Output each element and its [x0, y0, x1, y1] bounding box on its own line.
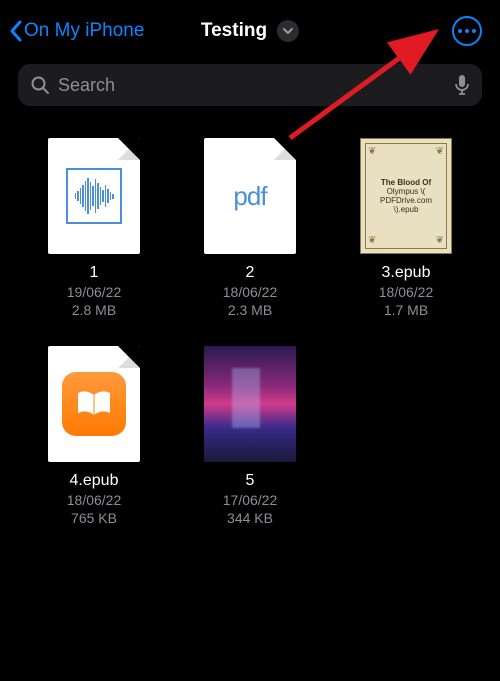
chevron-left-icon	[8, 19, 24, 43]
file-size: 1.7 MB	[384, 302, 428, 318]
file-size: 2.3 MB	[228, 302, 272, 318]
file-item[interactable]: 1 19/06/22 2.8 MB	[26, 138, 162, 318]
file-item[interactable]: pdf 2 18/06/22 2.3 MB	[182, 138, 318, 318]
file-thumbnail-ibooks	[48, 346, 140, 462]
cover-text-line: \).epub	[394, 205, 419, 214]
pdf-icon: pdf	[233, 181, 266, 212]
file-date: 18/06/22	[223, 284, 278, 300]
waveform-icon	[66, 168, 122, 224]
search-icon	[30, 75, 50, 95]
file-name: 1	[90, 264, 99, 282]
file-size: 344 KB	[227, 510, 273, 526]
cover-text-line: PDFDrive.com	[380, 196, 432, 205]
file-name: 3.epub	[382, 264, 431, 282]
cover-text-line: Olympus \(	[387, 187, 426, 196]
file-name: 2	[246, 264, 255, 282]
file-thumbnail-epub-cover: ❦❦ ❦❦ The Blood Of Olympus \( PDFDrive.c…	[360, 138, 452, 254]
back-button[interactable]: On My iPhone	[8, 19, 144, 43]
back-label: On My iPhone	[24, 20, 144, 42]
file-date: 17/06/22	[223, 492, 278, 508]
microphone-icon[interactable]	[454, 74, 470, 96]
file-item[interactable]: 4.epub 18/06/22 765 KB	[26, 346, 162, 526]
file-size: 2.8 MB	[72, 302, 116, 318]
page-title: Testing	[201, 20, 267, 42]
folder-dropdown-button[interactable]	[277, 20, 299, 42]
more-options-button[interactable]	[452, 16, 482, 46]
file-name: 4.epub	[70, 472, 119, 490]
header-bar: On My iPhone Testing	[0, 0, 500, 58]
search-input[interactable]	[58, 75, 446, 96]
file-date: 19/06/22	[67, 284, 122, 300]
ellipsis-icon	[458, 29, 476, 33]
file-size: 765 KB	[71, 510, 117, 526]
file-name: 5	[246, 472, 255, 490]
file-thumbnail-pdf: pdf	[204, 138, 296, 254]
file-date: 18/06/22	[379, 284, 434, 300]
file-grid: 1 19/06/22 2.8 MB pdf 2 18/06/22 2.3 MB …	[0, 106, 500, 558]
file-item[interactable]: ❦❦ ❦❦ The Blood Of Olympus \( PDFDrive.c…	[338, 138, 474, 318]
file-date: 18/06/22	[67, 492, 122, 508]
file-item[interactable]: 5 17/06/22 344 KB	[182, 346, 318, 526]
file-thumbnail-audio	[48, 138, 140, 254]
search-bar[interactable]	[18, 64, 482, 106]
file-thumbnail-image	[204, 346, 296, 462]
cover-text-line: The Blood Of	[381, 178, 431, 187]
ibooks-icon	[62, 372, 126, 436]
chevron-down-icon	[282, 27, 294, 35]
folder-title-wrap[interactable]: Testing	[201, 20, 299, 42]
